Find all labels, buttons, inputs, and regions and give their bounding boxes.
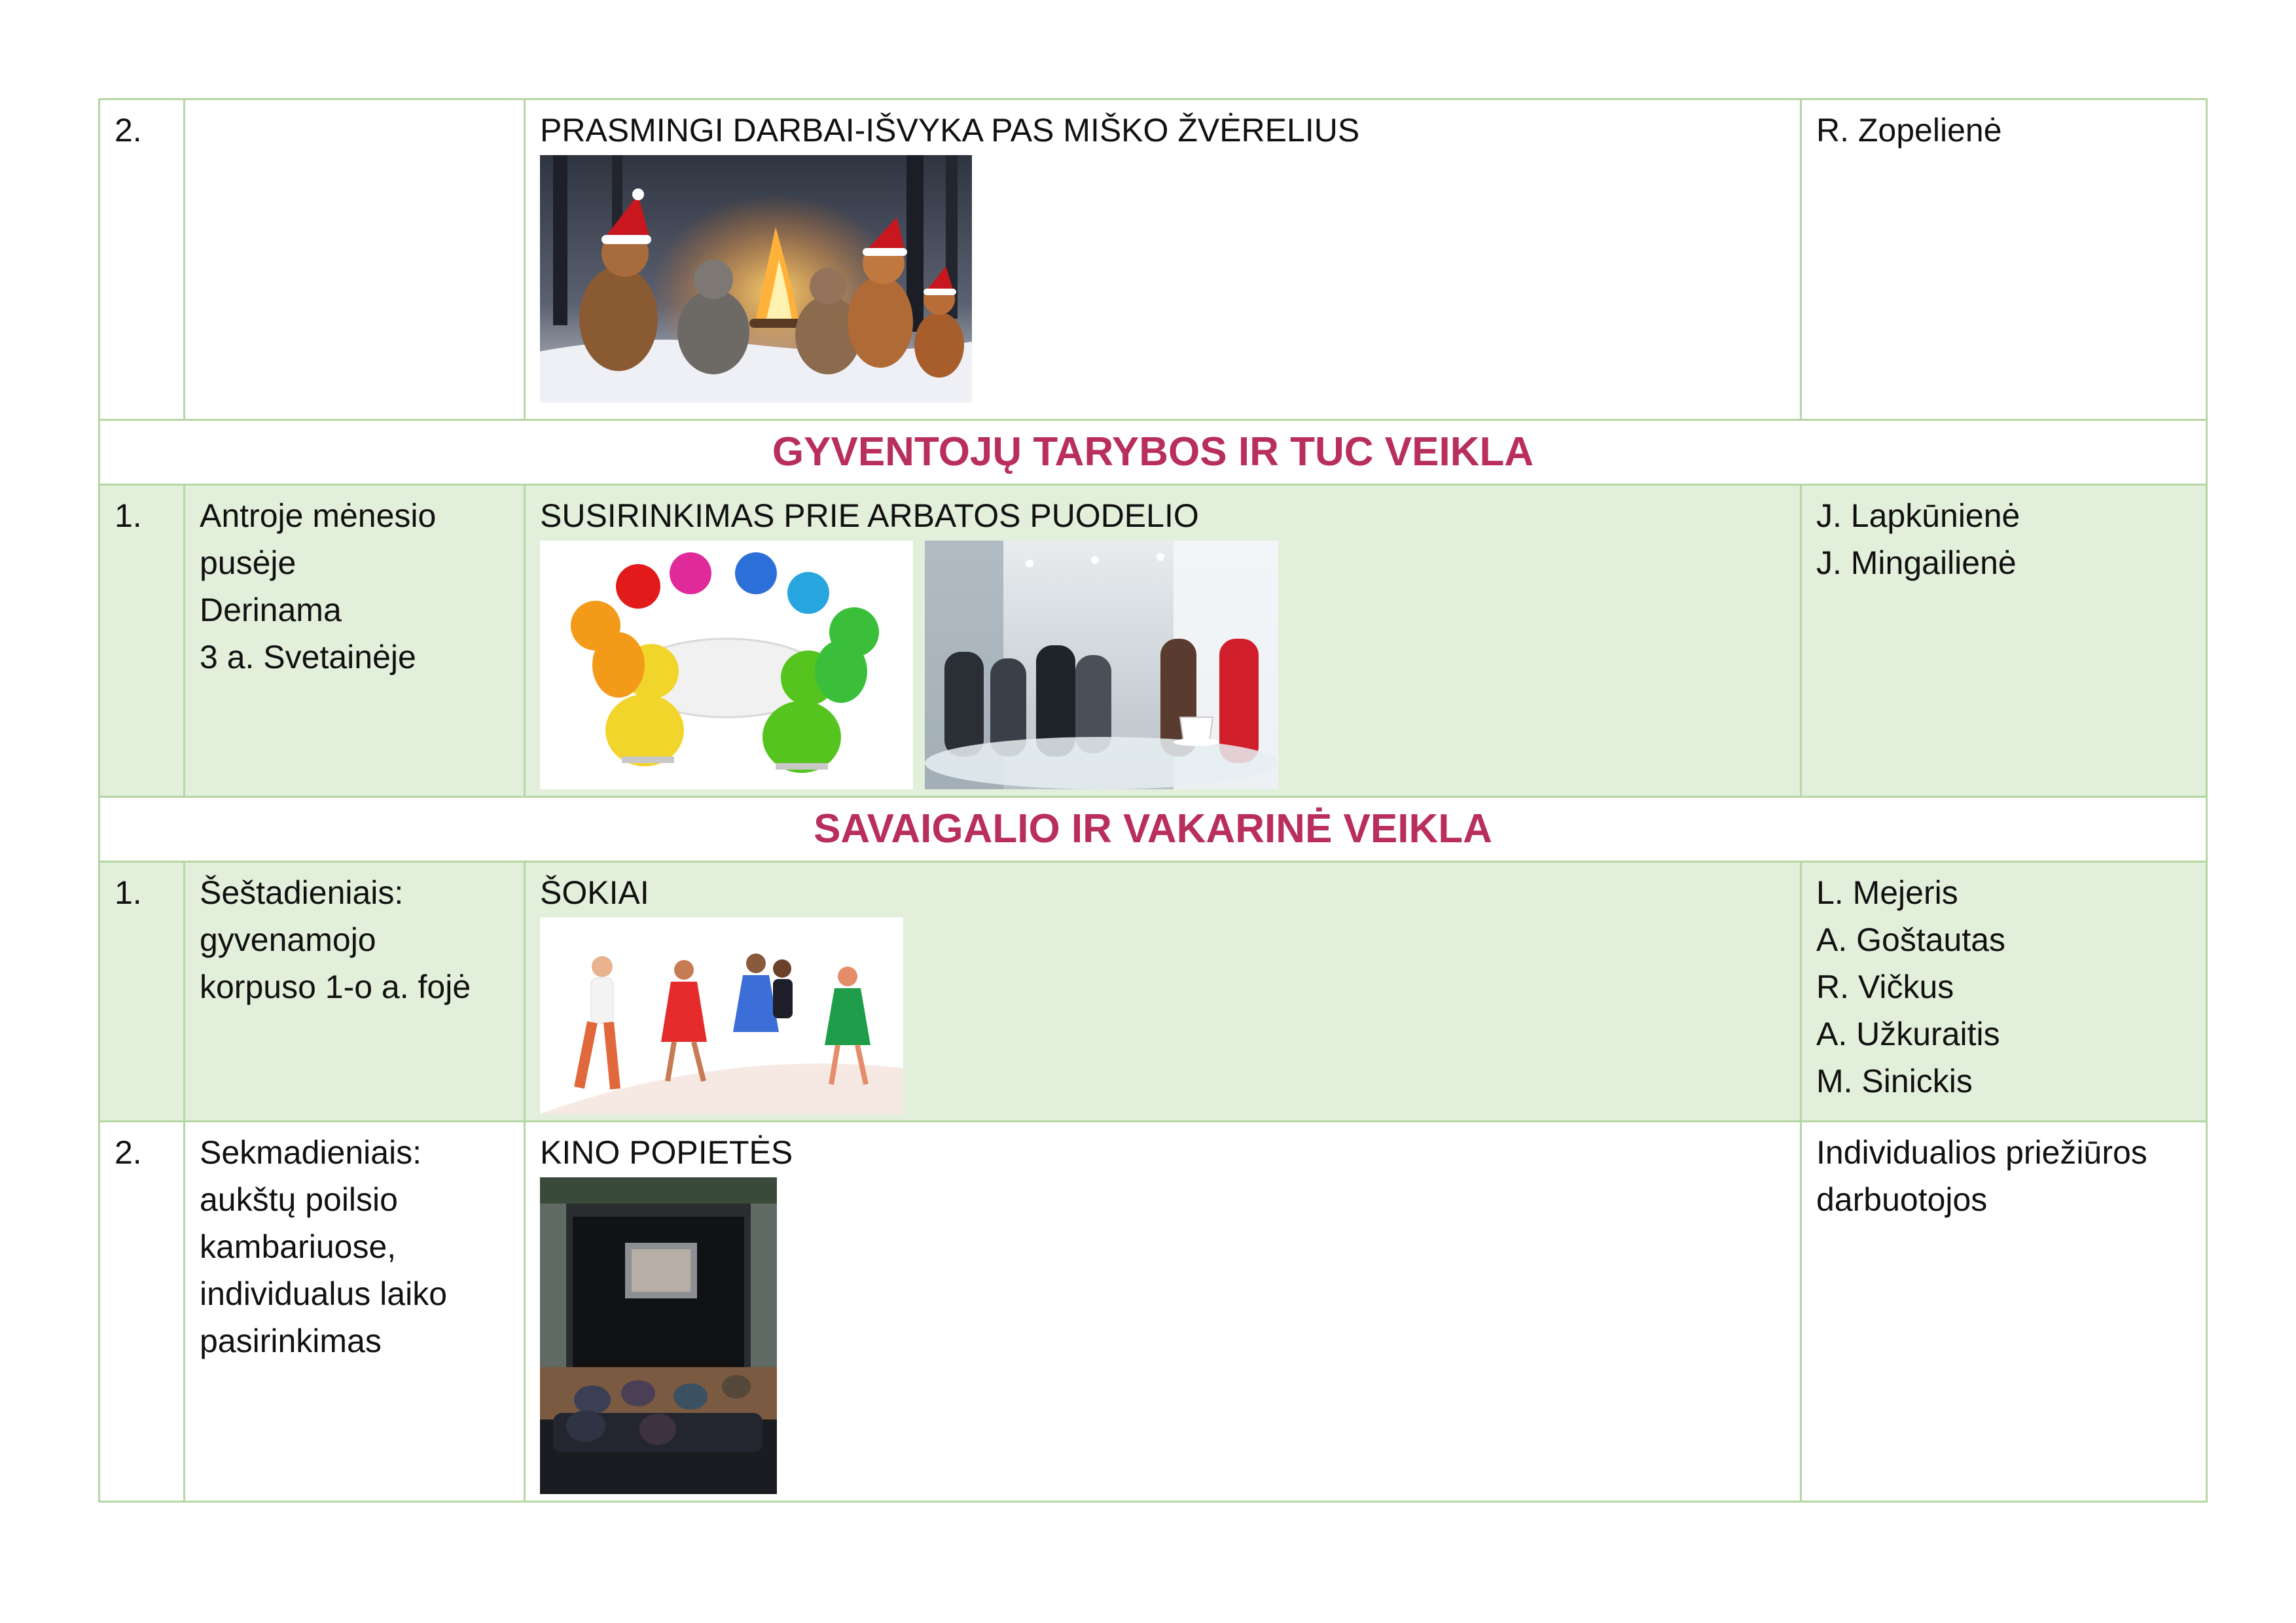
responsible-person: L. Mejeris (1816, 874, 1958, 911)
table-row: 2. PRASMINGI DARBAI-IŠVYKA PAS MIŠKO ŽVĖ… (98, 98, 2208, 421)
row-activity: KINO POPIETĖS (524, 1120, 1802, 1503)
activity-title: KINO POPIETĖS (540, 1134, 793, 1171)
meeting-people-photo (925, 541, 1278, 789)
responsible-person: R. Vičkus (1816, 969, 1954, 1005)
forest-animals-photo (540, 155, 972, 402)
schedule-line: korpuso 1-o a. fojė (200, 969, 471, 1005)
section-heading-council: GYVENTOJŲ TARYBOS IR TUC VEIKLA (98, 419, 2208, 486)
section-heading-weekend: SAVAIGALIO IR VAKARINĖ VEIKLA (98, 796, 2208, 863)
row-responsible: J. Lapkūnienė J. Mingailienė (1800, 484, 2208, 798)
responsible-person: A. Užkuraitis (1816, 1016, 2000, 1052)
table-row: 2. Sekmadieniais: aukštų poilsio kambari… (98, 1120, 2208, 1503)
schedule-line: 3 a. Svetainėje (200, 639, 416, 675)
dancing-people-illustration (540, 918, 903, 1114)
section-row: GYVENTOJŲ TARYBOS IR TUC VEIKLA (98, 419, 2208, 486)
schedule-line: pasirinkimas (200, 1323, 382, 1359)
schedule-line: Derinama (200, 592, 342, 628)
schedule-line: Antroje mėnesio (200, 497, 437, 534)
schedule-line: individualus laiko (200, 1275, 448, 1312)
row-responsible: Individualios priežiūros darbuotojos (1800, 1120, 2208, 1503)
responsible-person: J. Lapkūnienė (1816, 497, 2020, 534)
schedule-line: kambariuose, (200, 1228, 397, 1265)
round-table-figures-illustration (540, 541, 913, 789)
row-number: 2. (98, 98, 185, 421)
row-activity: ŠOKIAI (524, 861, 1802, 1122)
activity-table: 2. PRASMINGI DARBAI-IŠVYKA PAS MIŠKO ŽVĖ… (98, 98, 2208, 1503)
row-number: 1. (98, 861, 185, 1122)
responsible-person: A. Goštautas (1816, 921, 2006, 958)
row-number: 1. (98, 484, 185, 798)
activity-table-page: 2. PRASMINGI DARBAI-IŠVYKA PAS MIŠKO ŽVĖ… (98, 98, 2208, 1503)
responsible-person: Individualios priežiūros (1816, 1134, 2147, 1171)
schedule-line: aukštų poilsio (200, 1181, 398, 1218)
row-schedule: Šeštadieniais: gyvenamojo korpuso 1-o a.… (183, 861, 526, 1122)
row-schedule: Sekmadieniais: aukštų poilsio kambariuos… (183, 1120, 526, 1503)
row-schedule: Antroje mėnesio pusėje Derinama 3 a. Sve… (183, 484, 526, 798)
schedule-line: gyvenamojo (200, 921, 376, 958)
activity-title: PRASMINGI DARBAI-IŠVYKA PAS MIŠKO ŽVĖREL… (540, 112, 1360, 149)
schedule-line: Šeštadieniais: (200, 874, 404, 911)
table-row: 1. Šeštadieniais: gyvenamojo korpuso 1-o… (98, 861, 2208, 1122)
row-activity: SUSIRINKIMAS PRIE ARBATOS PUODELIO (524, 484, 1802, 798)
row-activity: PRASMINGI DARBAI-IŠVYKA PAS MIŠKO ŽVĖREL… (524, 98, 1802, 421)
activity-title: SUSIRINKIMAS PRIE ARBATOS PUODELIO (540, 497, 1199, 534)
schedule-line: pusėje (200, 544, 296, 581)
row-responsible: R. Zopelienė (1800, 98, 2208, 421)
row-number: 2. (98, 1120, 185, 1503)
responsible-person: darbuotojos (1816, 1181, 1988, 1218)
row-schedule (183, 98, 526, 421)
section-row: SAVAIGALIO IR VAKARINĖ VEIKLA (98, 796, 2208, 863)
schedule-line: Sekmadieniais: (200, 1134, 422, 1171)
responsible-person: J. Mingailienė (1816, 544, 2017, 581)
row-responsible: L. Mejeris A. Goštautas R. Vičkus A. Užk… (1800, 861, 2208, 1122)
responsible-person: M. Sinickis (1816, 1063, 1973, 1099)
activity-title: ŠOKIAI (540, 874, 649, 911)
cinema-hall-photo (540, 1177, 777, 1494)
table-row: 1. Antroje mėnesio pusėje Derinama 3 a. … (98, 484, 2208, 798)
responsible-person: R. Zopelienė (1816, 112, 2002, 149)
